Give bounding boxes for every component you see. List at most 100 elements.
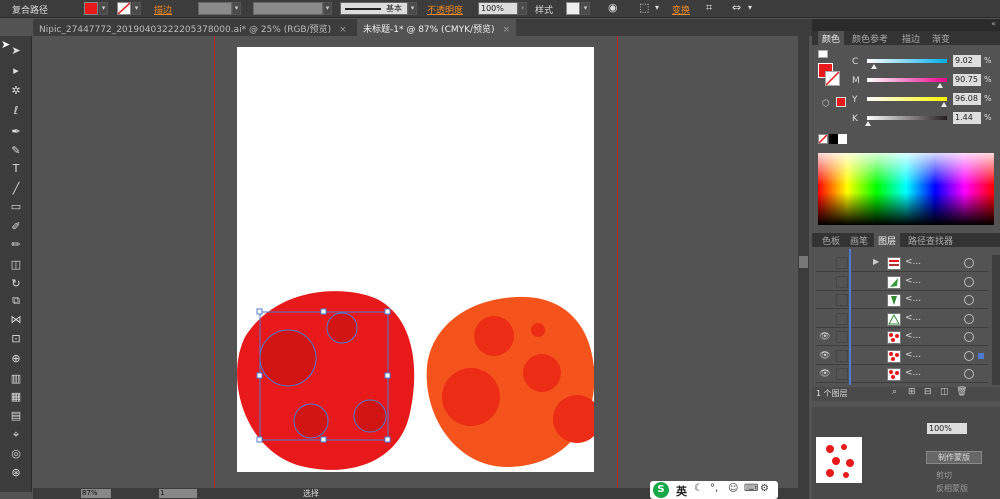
- fill-dropdown-arrow[interactable]: ▾: [99, 2, 108, 15]
- layer-name[interactable]: <...: [905, 257, 921, 267]
- visibility-toggle[interactable]: [818, 294, 832, 306]
- vertical-scrollbar[interactable]: [798, 36, 809, 488]
- eye-icon[interactable]: 👁: [818, 368, 832, 380]
- tab-swatches[interactable]: 色板: [818, 233, 844, 247]
- gradient-tool-icon[interactable]: ▤: [8, 409, 24, 423]
- slider-handle[interactable]: [940, 102, 947, 107]
- transparency-opacity-field[interactable]: 100%: [927, 423, 967, 434]
- recolor-icon[interactable]: ◉: [608, 1, 618, 14]
- locate-object-icon[interactable]: ⌕: [892, 387, 897, 397]
- target-icon[interactable]: [964, 332, 974, 342]
- tab-stroke[interactable]: 描边: [898, 31, 924, 45]
- clipping-mask-icon[interactable]: ⊞: [908, 387, 916, 397]
- mesh-tool-icon[interactable]: ▦: [8, 390, 24, 404]
- opacity-label[interactable]: 不透明度: [427, 3, 463, 16]
- layer-name[interactable]: <...: [905, 350, 921, 360]
- mask-thumbnail[interactable]: [816, 437, 862, 483]
- layer-row[interactable]: ▶ <...: [816, 255, 988, 272]
- magic-wand-tool-icon[interactable]: ✲: [8, 84, 24, 98]
- invert-mask-checkbox-label[interactable]: 反相蒙版: [936, 483, 968, 494]
- shape-builder-tool-icon[interactable]: ⊕: [8, 352, 24, 366]
- zoom-field[interactable]: 87%: [81, 489, 111, 498]
- slider-track[interactable]: [867, 97, 947, 101]
- target-icon[interactable]: [964, 295, 974, 305]
- target-icon[interactable]: [964, 276, 974, 287]
- slider-handle[interactable]: [871, 64, 878, 69]
- blend-tool-icon[interactable]: ◎: [8, 447, 24, 461]
- layer-row[interactable]: <...: [816, 311, 988, 328]
- color-spectrum[interactable]: [818, 153, 994, 225]
- canvas-area[interactable]: [33, 36, 809, 490]
- expand-arrow-icon[interactable]: ▶: [873, 257, 879, 266]
- lock-toggle[interactable]: [836, 257, 848, 269]
- target-icon[interactable]: [964, 369, 974, 379]
- visibility-toggle[interactable]: [818, 313, 832, 325]
- none-color-icon[interactable]: [818, 134, 828, 144]
- paintbrush-tool-icon[interactable]: ✐: [8, 220, 24, 234]
- brush-style-arrow[interactable]: ▾: [408, 2, 417, 15]
- rectangle-tool-icon[interactable]: ▭: [8, 200, 24, 214]
- stroke-dropdown-arrow[interactable]: ▾: [132, 2, 141, 15]
- layer-name[interactable]: <...: [905, 313, 921, 323]
- slider-track[interactable]: [867, 59, 947, 63]
- lock-toggle[interactable]: [836, 349, 848, 362]
- slider-value-field[interactable]: 9.02: [953, 55, 981, 67]
- variable-width-arrow[interactable]: ▾: [323, 2, 332, 15]
- lock-toggle[interactable]: [836, 294, 848, 306]
- selection-tool-icon[interactable]: ➤: [8, 44, 24, 58]
- tab-brushes[interactable]: 画笔: [846, 233, 872, 247]
- layer-row[interactable]: 👁 <...: [816, 329, 988, 346]
- collapse-icon[interactable]: «: [991, 19, 996, 28]
- lock-toggle[interactable]: [836, 368, 848, 380]
- target-icon[interactable]: [964, 258, 974, 268]
- lock-toggle[interactable]: [836, 331, 848, 343]
- layer-name[interactable]: <...: [905, 368, 921, 378]
- free-transform-tool-icon[interactable]: ⊡: [8, 332, 24, 346]
- type-tool-icon[interactable]: T: [8, 162, 24, 176]
- align-icon[interactable]: ⬚: [639, 1, 649, 14]
- arrange-icon[interactable]: ⇔: [732, 1, 741, 14]
- close-icon[interactable]: ×: [339, 25, 347, 35]
- layer-row[interactable]: <...: [816, 274, 988, 291]
- slider-value-field[interactable]: 90.75: [953, 74, 981, 86]
- eyedropper-tool-icon[interactable]: ⌖: [8, 428, 24, 442]
- lock-toggle[interactable]: [836, 275, 848, 288]
- lasso-tool-icon[interactable]: ℓ: [8, 104, 24, 118]
- slider-y[interactable]: Y 96.08%: [812, 93, 1000, 112]
- target-icon[interactable]: [964, 350, 974, 361]
- eye-icon[interactable]: 👁: [818, 331, 832, 343]
- layer-row[interactable]: <...: [816, 292, 988, 309]
- close-icon[interactable]: ×: [503, 25, 511, 35]
- opacity-field[interactable]: 100%: [478, 2, 518, 15]
- graphic-style-arrow[interactable]: ▾: [581, 2, 590, 15]
- curvature-tool-icon[interactable]: ✎: [8, 144, 24, 158]
- slider-c[interactable]: C 9.02%: [812, 55, 1000, 74]
- slider-value-field[interactable]: 96.08: [953, 93, 981, 105]
- tab-pathfinder[interactable]: 路径查找器: [904, 233, 957, 247]
- keyboard-icon[interactable]: ⌨: [744, 483, 758, 494]
- fill-swatch[interactable]: [84, 2, 98, 15]
- variable-width-dropdown[interactable]: [253, 2, 323, 15]
- graph-tool-icon[interactable]: ▥: [8, 372, 24, 386]
- transform-label[interactable]: 变换: [672, 3, 690, 16]
- layer-name[interactable]: <...: [905, 276, 921, 286]
- tab-layers[interactable]: 图层: [874, 233, 901, 247]
- layers-scrollbar[interactable]: [992, 255, 1000, 385]
- visibility-toggle[interactable]: [818, 276, 832, 288]
- artboard-number-field[interactable]: 1: [159, 489, 197, 498]
- line-tool-icon[interactable]: ╱: [8, 182, 24, 196]
- eye-icon[interactable]: 👁: [818, 350, 832, 362]
- tab-color[interactable]: 颜色: [818, 31, 845, 45]
- delete-layer-icon[interactable]: 🗑: [956, 387, 967, 397]
- lock-toggle[interactable]: [836, 312, 848, 325]
- layer-name[interactable]: <...: [905, 294, 921, 304]
- rotate-tool-icon[interactable]: ↻: [8, 277, 24, 291]
- slider-m[interactable]: M 90.75%: [812, 74, 1000, 93]
- moon-icon[interactable]: ☾: [694, 483, 703, 494]
- brush-style-dropdown[interactable]: 基本: [340, 2, 408, 15]
- arrange-arrow[interactable]: ▾: [748, 3, 752, 12]
- align-arrow[interactable]: ▾: [655, 3, 659, 12]
- black-swatch[interactable]: [829, 134, 838, 144]
- make-mask-button[interactable]: 制作蒙版: [926, 451, 982, 464]
- eraser-tool-icon[interactable]: ◫: [8, 258, 24, 272]
